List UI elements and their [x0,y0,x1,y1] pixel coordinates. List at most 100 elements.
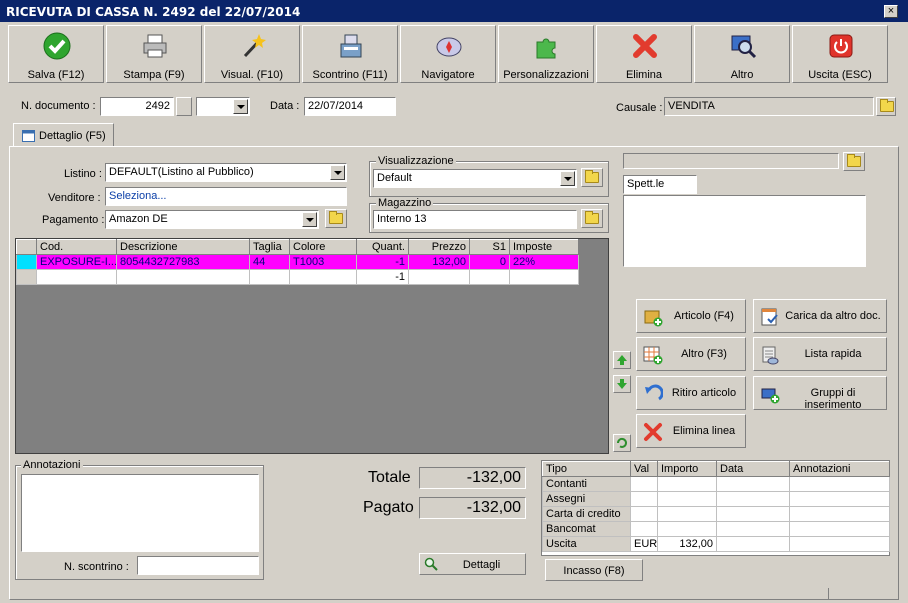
cell-val[interactable] [630,506,658,522]
cell-annotazioni[interactable] [789,476,890,492]
cell-importo[interactable] [657,476,717,492]
print-button[interactable]: Stampa (F9) [106,25,202,83]
customer-name-field[interactable]: Spett.le [623,175,697,194]
customer-browse-button[interactable] [843,152,865,171]
row-selector[interactable] [16,269,37,285]
return-article-button[interactable]: Ritiro articolo [636,376,746,410]
cell-imposte[interactable] [509,269,579,285]
cell-importo[interactable]: 132,00 [657,536,717,552]
cell-importo[interactable] [657,521,717,537]
pagamento-browse-button[interactable] [325,209,347,228]
cell-prezzo[interactable]: 132,00 [408,254,470,270]
chevron-down-icon[interactable] [233,99,248,114]
table-row[interactable]: -1 [16,269,579,285]
save-button[interactable]: Salva (F12) [8,25,104,83]
payments-grid[interactable]: Tipo Val Importo Data Annotazioni Contan… [541,460,890,556]
table-row[interactable]: EXPOSURE-I... 8054432727983 44 T1003 -1 … [16,254,579,270]
cell-val[interactable]: EUR [630,536,658,552]
customer-search-field[interactable] [623,153,839,169]
cell-annotazioni[interactable] [789,506,890,522]
causale-browse-button[interactable] [876,97,896,116]
magazzino-browse-button[interactable] [581,209,603,228]
magazzino-field[interactable]: Interno 13 [373,210,577,229]
details-button[interactable]: Dettagli [419,553,526,575]
col-cod[interactable]: Cod. [36,239,117,255]
doc-number-field[interactable]: 2492 [100,97,174,116]
cell-s1[interactable] [469,269,510,285]
col-data[interactable]: Data [716,461,790,477]
chevron-down-icon[interactable] [560,171,575,186]
cell-data[interactable] [716,521,790,537]
cell-annotazioni[interactable] [789,521,890,537]
cell-descrizione[interactable] [116,269,250,285]
venditore-field[interactable]: Seleziona... [105,187,347,206]
cell-descrizione[interactable]: 8054432727983 [116,254,250,270]
incasso-button[interactable]: Incasso (F8) [545,559,643,581]
scontrino-field[interactable] [137,556,259,575]
cell-imposte[interactable]: 22% [509,254,579,270]
load-from-doc-button[interactable]: Carica da altro doc. [753,299,887,333]
view-button[interactable]: Visual. (F10) [204,25,300,83]
annotazioni-field[interactable] [21,474,259,552]
other-button[interactable]: Altro [694,25,790,83]
close-button[interactable]: × [884,5,898,18]
col-s1[interactable]: S1 [469,239,510,255]
cell-val[interactable] [630,491,658,507]
cell-importo[interactable] [657,491,717,507]
cell-quant[interactable]: -1 [356,269,409,285]
col-descrizione[interactable]: Descrizione [116,239,250,255]
refresh-button[interactable] [613,434,631,452]
table-row[interactable]: Bancomat [542,521,890,537]
cell-importo[interactable] [657,506,717,522]
cell-annotazioni[interactable] [789,491,890,507]
col-annotazioni[interactable]: Annotazioni [789,461,890,477]
items-grid[interactable]: Cod. Descrizione Taglia Colore Quant. Pr… [15,238,609,454]
col-tipo[interactable]: Tipo [542,461,631,477]
cell-colore[interactable] [289,269,357,285]
customize-button[interactable]: Personalizzazioni [498,25,594,83]
table-row[interactable]: Carta di credito [542,506,890,522]
cell-data[interactable] [716,536,790,552]
col-taglia[interactable]: Taglia [249,239,290,255]
causale-field[interactable]: VENDITA [664,97,874,116]
visualizzazione-browse-button[interactable] [581,168,603,187]
doc-number-spin[interactable] [176,97,192,116]
cell-colore[interactable]: T1003 [289,254,357,270]
move-down-button[interactable] [613,375,631,393]
cell-annotazioni[interactable] [789,536,890,552]
doc-suffix-select[interactable] [196,97,250,116]
cell-quant[interactable]: -1 [356,254,409,270]
table-row[interactable]: Uscita EUR 132,00 [542,536,890,552]
add-article-button[interactable]: Articolo (F4) [636,299,746,333]
row-selector[interactable] [16,254,37,270]
table-row[interactable]: Assegni [542,491,890,507]
delete-button[interactable]: Elimina [596,25,692,83]
navigator-button[interactable]: Navigatore [400,25,496,83]
chevron-down-icon[interactable] [330,165,345,180]
visualizzazione-select[interactable]: Default [373,169,577,188]
listino-select[interactable]: DEFAULT(Listino al Pubblico) [105,163,347,182]
cell-data[interactable] [716,476,790,492]
col-imposte[interactable]: Imposte [509,239,579,255]
receipt-button[interactable]: Scontrino (F11) [302,25,398,83]
col-colore[interactable]: Colore [289,239,357,255]
cell-cod[interactable] [36,269,117,285]
cell-s1[interactable]: 0 [469,254,510,270]
col-quant[interactable]: Quant. [356,239,409,255]
cell-taglia[interactable]: 44 [249,254,290,270]
date-field[interactable]: 22/07/2014 [304,97,396,116]
cell-data[interactable] [716,491,790,507]
cell-taglia[interactable] [249,269,290,285]
tab-dettaglio[interactable]: Dettaglio (F5) [13,123,114,147]
cell-prezzo[interactable] [408,269,470,285]
col-importo[interactable]: Importo [657,461,717,477]
cell-val[interactable] [630,476,658,492]
pagamento-select[interactable]: Amazon DE [105,210,319,229]
move-up-button[interactable] [613,351,631,369]
cell-data[interactable] [716,506,790,522]
col-prezzo[interactable]: Prezzo [408,239,470,255]
delete-line-button[interactable]: Elimina linea [636,414,746,448]
chevron-down-icon[interactable] [302,212,317,227]
exit-button[interactable]: Uscita (ESC) [792,25,888,83]
insert-groups-button[interactable]: Gruppi di inserimentο [753,376,887,411]
